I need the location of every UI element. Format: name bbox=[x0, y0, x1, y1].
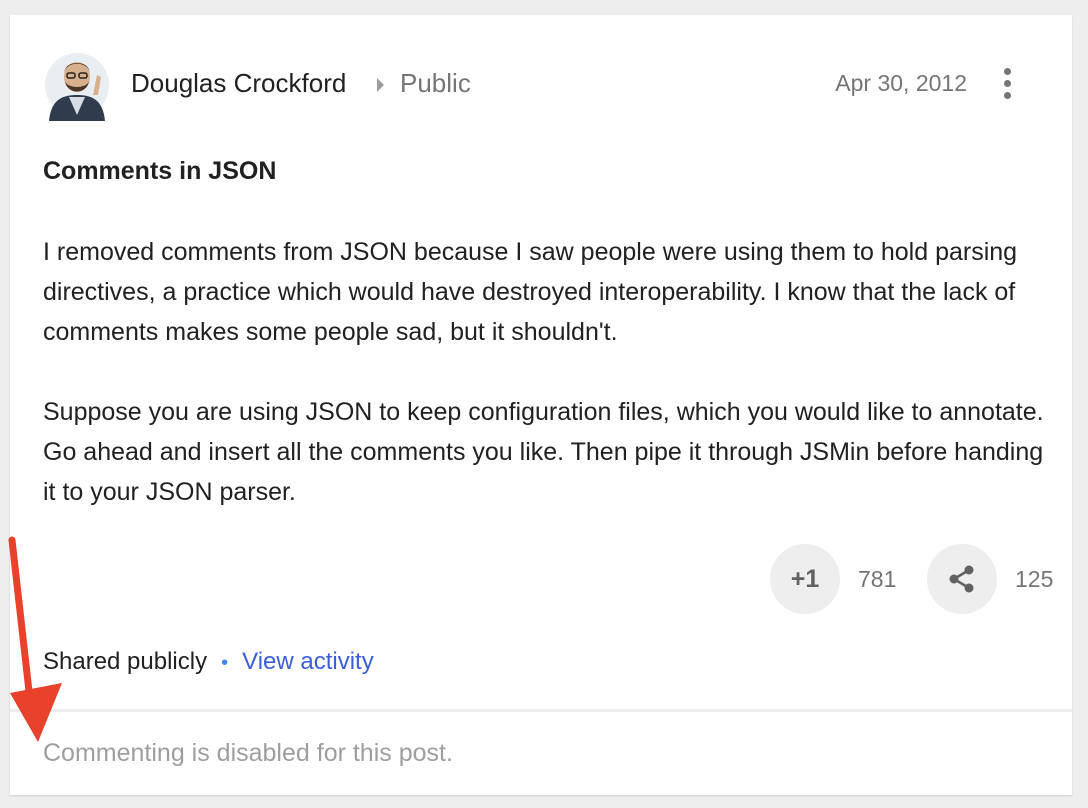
dot-icon bbox=[1003, 79, 1011, 87]
divider bbox=[10, 709, 1072, 712]
author-name[interactable]: Douglas Crockford bbox=[131, 68, 346, 99]
shared-publicly-line: Shared publicly • View activity bbox=[43, 648, 374, 676]
comments-disabled-notice: Commenting is disabled for this post. bbox=[43, 739, 453, 767]
post-date[interactable]: Apr 30, 2012 bbox=[835, 70, 967, 97]
share-button[interactable] bbox=[927, 544, 997, 614]
share-count: 125 bbox=[1015, 566, 1054, 592]
plus-one-button[interactable]: +1 bbox=[770, 544, 840, 614]
audience-label[interactable]: Public bbox=[400, 68, 471, 99]
dot-icon bbox=[1003, 67, 1011, 75]
separator-dot: • bbox=[221, 652, 229, 674]
caret-right-icon bbox=[377, 78, 384, 92]
more-options-button[interactable] bbox=[990, 61, 1024, 105]
view-activity-link[interactable]: View activity bbox=[242, 648, 374, 675]
plus-one-count: 781 bbox=[858, 566, 897, 592]
dot-icon bbox=[1003, 91, 1011, 99]
post-title: Comments in JSON bbox=[43, 157, 277, 185]
red-arrow-annotation bbox=[8, 536, 62, 742]
post-paragraph: Suppose you are using JSON to keep confi… bbox=[43, 398, 1044, 506]
share-icon bbox=[949, 565, 974, 593]
author-avatar[interactable] bbox=[43, 45, 111, 121]
post-paragraph: I removed comments from JSON because I s… bbox=[43, 238, 1018, 346]
post-card: Douglas Crockford Public Apr 30, 2012 Co… bbox=[10, 15, 1072, 795]
plus-one-label: +1 bbox=[790, 564, 820, 593]
